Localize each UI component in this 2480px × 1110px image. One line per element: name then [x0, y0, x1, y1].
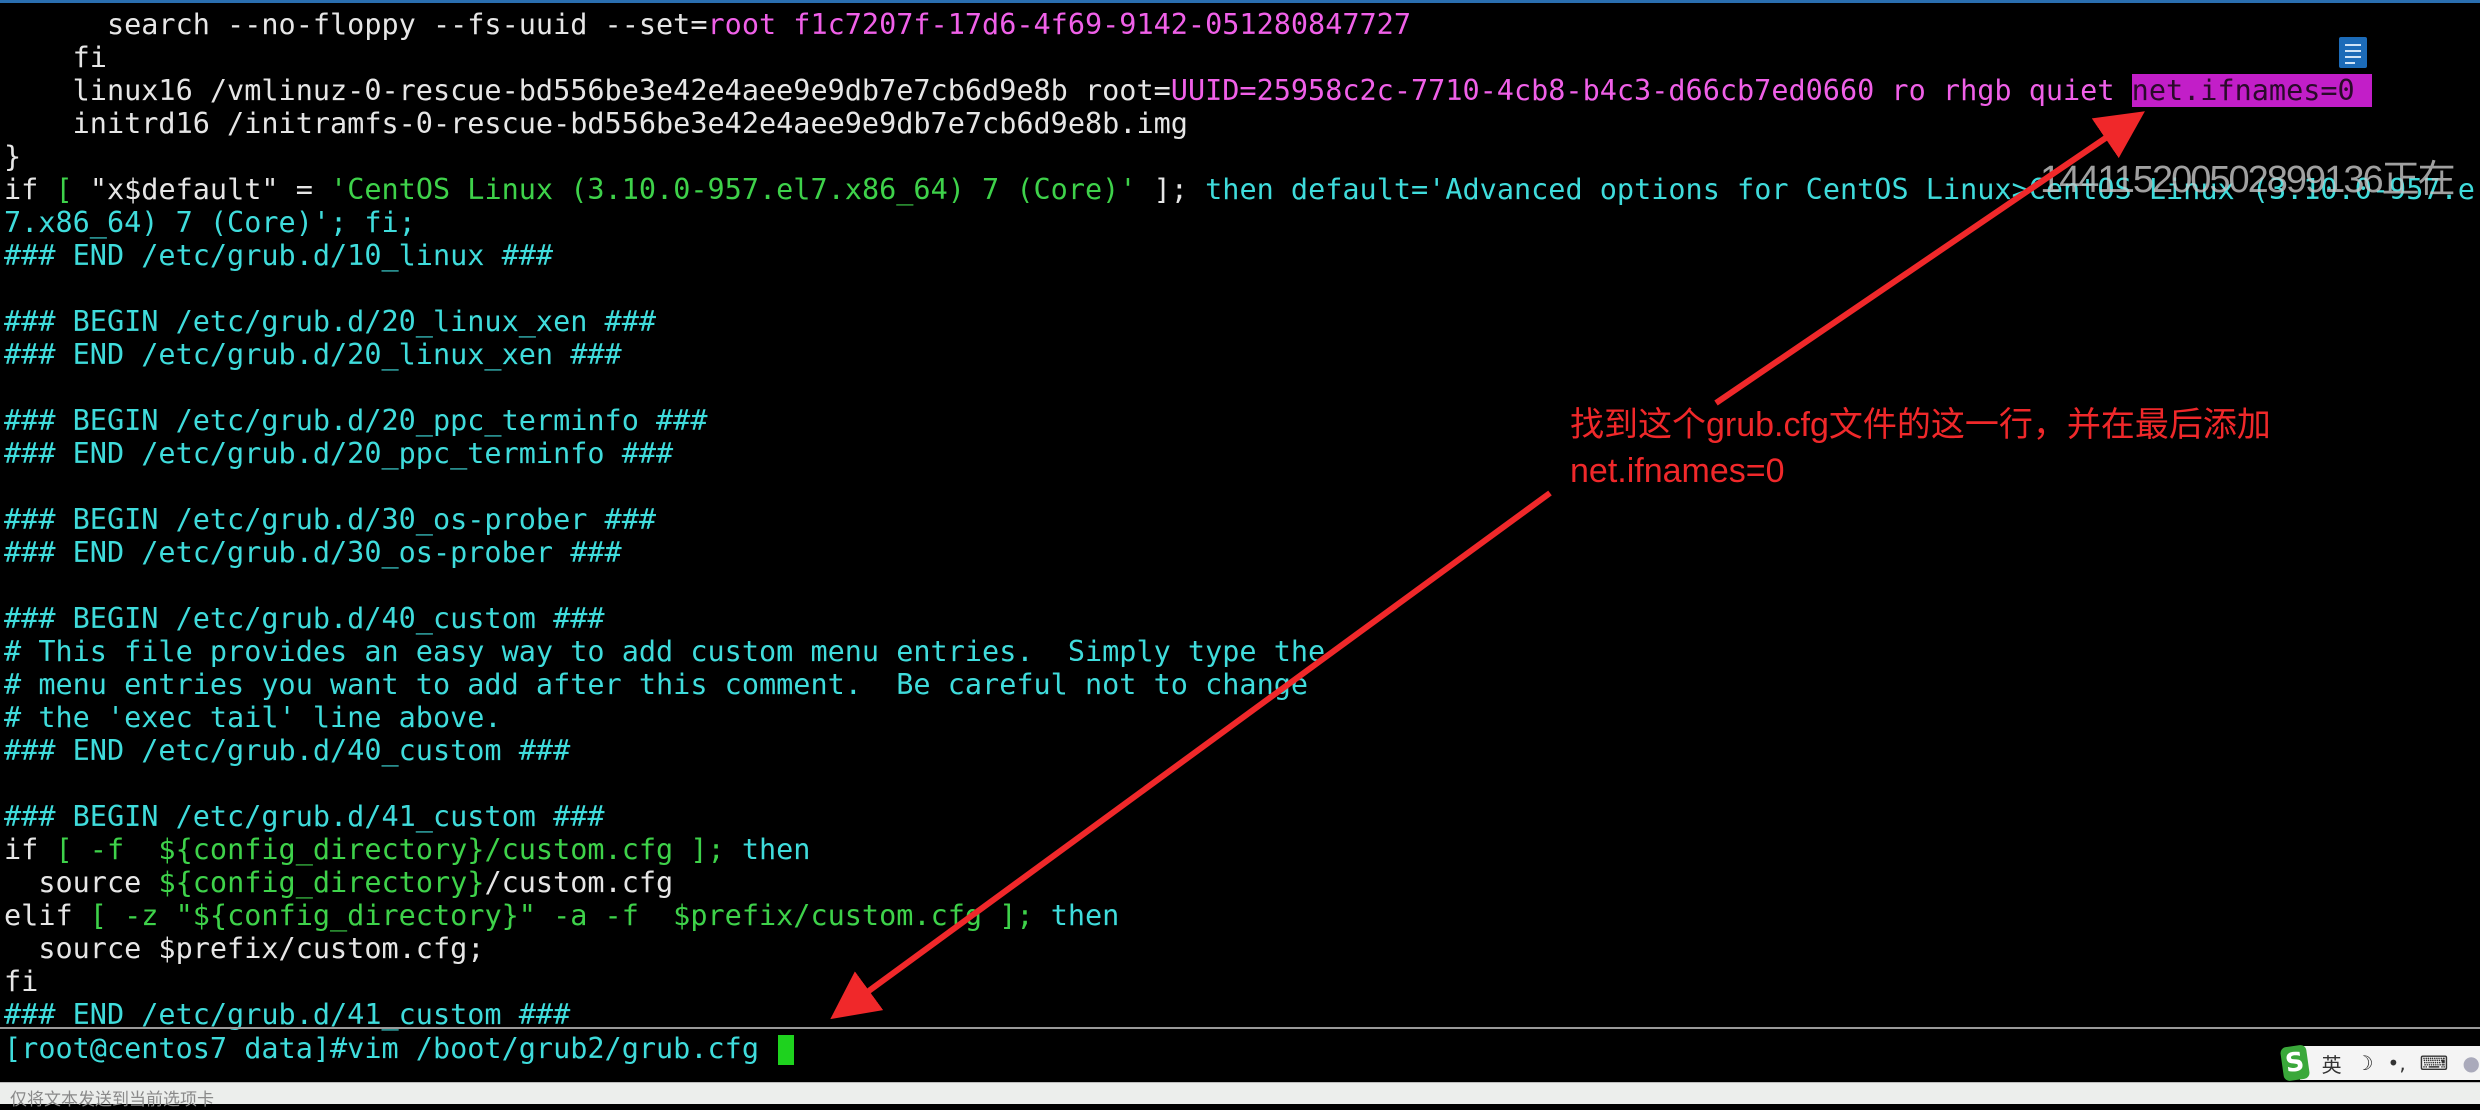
sogou-logo-icon[interactable]: S	[2279, 1044, 2310, 1082]
status-text: 仅将文本发送到当前选项卡	[10, 1090, 214, 1110]
language-toggle[interactable]: 英	[2322, 1049, 2342, 1078]
punctuation-icon[interactable]: •,	[2388, 1051, 2406, 1075]
arrow-to-prompt	[830, 490, 1552, 1020]
moon-icon[interactable]: ☽	[2356, 1051, 2374, 1075]
annotation-note: 找到这个grub.cfg文件的这一行，并在最后添加 net.ifnames=0	[1570, 402, 2271, 494]
arrow-to-highlight	[1714, 111, 2145, 406]
status-bar: 仅将文本发送到当前选项卡	[0, 1082, 2480, 1110]
annotation-arrows	[830, 111, 2145, 1020]
annotation-line-1: 找到这个grub.cfg文件的这一行，并在最后添加	[1570, 406, 2271, 444]
keyboard-icon[interactable]: ⌨	[2420, 1051, 2449, 1075]
annotation-line-2: net.ifnames=0	[1570, 452, 1785, 490]
ime-toolbar[interactable]: S 英 ☽ •, ⌨ ●	[2279, 1044, 2480, 1082]
user-icon[interactable]: ●	[2463, 1051, 2480, 1075]
